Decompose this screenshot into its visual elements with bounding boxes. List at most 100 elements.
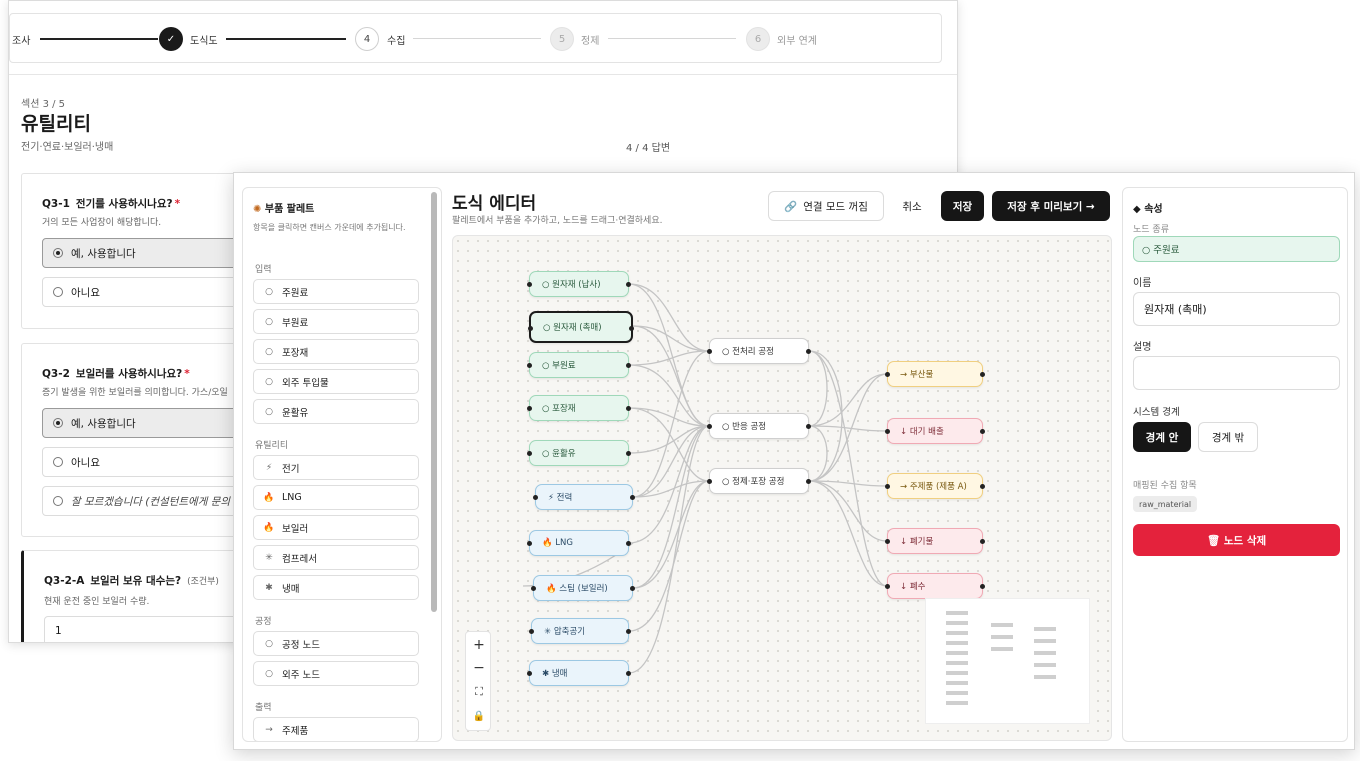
- node-port[interactable]: [626, 541, 631, 546]
- node-port[interactable]: [527, 363, 532, 368]
- palette-item-packaging[interactable]: ○ 포장재: [253, 339, 419, 364]
- node-port[interactable]: [629, 326, 634, 331]
- node-wastewater[interactable]: ↓ 폐수: [885, 573, 985, 599]
- save-preview-button[interactable]: 저장 후 미리보기 →: [992, 191, 1110, 221]
- node-port[interactable]: [531, 586, 536, 591]
- save-button[interactable]: 저장: [941, 191, 984, 221]
- node-port[interactable]: [885, 429, 890, 434]
- minimap[interactable]: [925, 598, 1090, 724]
- zoom-in-button[interactable]: +: [466, 634, 492, 656]
- name-input[interactable]: 원자재 (촉매): [1133, 292, 1340, 326]
- palette-item-main-material[interactable]: ○ 주원료: [253, 279, 419, 304]
- node-port[interactable]: [626, 282, 631, 287]
- step-label-collect[interactable]: 수집: [387, 32, 405, 47]
- node-port[interactable]: [527, 406, 532, 411]
- description-input[interactable]: [1133, 356, 1340, 390]
- node-sub-material[interactable]: ○ 부원료: [527, 352, 631, 378]
- node-lubricant[interactable]: ○ 윤활유: [527, 440, 631, 466]
- palette-item-refrigerant[interactable]: ✱ 냉매: [253, 575, 419, 600]
- palette-scrollbar[interactable]: [431, 192, 437, 612]
- lock-button[interactable]: 🔒: [466, 705, 492, 727]
- node-port[interactable]: [527, 541, 532, 546]
- palette-item-sub-material[interactable]: ○ 부원료: [253, 309, 419, 334]
- step-5-dot[interactable]: 5: [550, 27, 574, 51]
- palette-item-lng[interactable]: 🔥 LNG: [253, 485, 419, 510]
- node-port[interactable]: [533, 495, 538, 500]
- node-port[interactable]: [980, 429, 985, 434]
- node-label: ↓ 폐수: [900, 582, 926, 592]
- node-air-emission[interactable]: ↓ 대기 배출: [885, 418, 985, 444]
- node-port[interactable]: [707, 349, 712, 354]
- node-port[interactable]: [707, 479, 712, 484]
- palette-item-outsourced-input[interactable]: ○ 외주 투입물: [253, 369, 419, 394]
- palette-item-electricity[interactable]: ⚡ 전기: [253, 455, 419, 480]
- node-packaging[interactable]: ○ 포장재: [527, 395, 631, 421]
- node-lng[interactable]: 🔥 LNG: [527, 530, 631, 556]
- node-steam-boiler[interactable]: 🔥 스팀 (보일러): [531, 575, 635, 601]
- node-label: → 주제품 (제품 A): [900, 482, 967, 492]
- zoom-out-button[interactable]: −: [466, 657, 492, 679]
- palette-item-outsourced-node[interactable]: ○ 외주 노드: [253, 661, 419, 686]
- palette-item-process-node[interactable]: ○ 공정 노드: [253, 631, 419, 656]
- node-port[interactable]: [527, 282, 532, 287]
- cancel-button[interactable]: 취소: [894, 191, 930, 221]
- node-port[interactable]: [626, 451, 631, 456]
- fit-view-button[interactable]: ⛶: [466, 681, 492, 703]
- radio-icon[interactable]: [53, 248, 63, 258]
- node-port[interactable]: [626, 671, 631, 676]
- node-port[interactable]: [528, 326, 533, 331]
- node-port[interactable]: [626, 629, 631, 634]
- node-port[interactable]: [980, 539, 985, 544]
- node-electric-power[interactable]: ⚡ 전력: [533, 484, 635, 510]
- node-raw-naphtha[interactable]: ○ 원자재 (납사): [527, 271, 631, 297]
- node-byproduct[interactable]: → 부산물: [885, 361, 985, 387]
- node-port[interactable]: [529, 629, 534, 634]
- palette-item-boiler[interactable]: 🔥 보일러: [253, 515, 419, 540]
- node-port[interactable]: [885, 584, 890, 589]
- step-4-dot[interactable]: 4: [355, 27, 379, 51]
- node-port[interactable]: [626, 363, 631, 368]
- node-refine-pack[interactable]: ○ 정제·포장 공정: [707, 468, 811, 494]
- step-connector: [40, 38, 158, 40]
- node-port[interactable]: [806, 479, 811, 484]
- node-waste[interactable]: ↓ 폐기물: [885, 528, 985, 554]
- node-port[interactable]: [806, 424, 811, 429]
- node-port[interactable]: [626, 406, 631, 411]
- node-port[interactable]: [980, 584, 985, 589]
- node-port[interactable]: [980, 484, 985, 489]
- node-port[interactable]: [630, 586, 635, 591]
- diagram-canvas[interactable]: ○ 원자재 (납사) ○ 원자재 (촉매) ○ 부원료 ○ 포장재 ○ 윤활유 …: [452, 235, 1112, 741]
- node-port[interactable]: [885, 484, 890, 489]
- step-done-dot[interactable]: ✓: [159, 27, 183, 51]
- palette-item-main-product[interactable]: → 주제품: [253, 717, 419, 741]
- radio-icon[interactable]: [53, 496, 63, 506]
- node-main-product[interactable]: → 주제품 (제품 A): [885, 473, 985, 499]
- node-port[interactable]: [707, 424, 712, 429]
- node-refrigerant[interactable]: ✱ 냉매: [527, 660, 631, 686]
- node-port[interactable]: [980, 372, 985, 377]
- node-compressed-air[interactable]: ✳ 압축공기: [529, 618, 631, 644]
- node-raw-catalyst[interactable]: ○ 원자재 (촉매): [528, 311, 634, 343]
- node-port[interactable]: [527, 451, 532, 456]
- node-port[interactable]: [806, 349, 811, 354]
- radio-icon[interactable]: [53, 457, 63, 467]
- node-port[interactable]: [885, 539, 890, 544]
- step-6-dot[interactable]: 6: [746, 27, 770, 51]
- node-port[interactable]: [527, 671, 532, 676]
- step-label-external[interactable]: 외부 연계: [777, 32, 817, 47]
- delete-node-button[interactable]: 🗑 노드 삭제: [1133, 524, 1340, 556]
- node-port[interactable]: [885, 372, 890, 377]
- boundary-out-button[interactable]: 경계 밖: [1198, 422, 1258, 452]
- radio-icon[interactable]: [53, 418, 63, 428]
- palette-item-lubricant[interactable]: ○ 윤활유: [253, 399, 419, 424]
- node-reaction[interactable]: ○ 반응 공정: [707, 413, 811, 439]
- step-label-clean[interactable]: 정제: [581, 32, 599, 47]
- node-label: ○ 부원료: [542, 361, 576, 371]
- connect-mode-button[interactable]: 🔗 연결 모드 꺼짐: [768, 191, 884, 221]
- radio-icon[interactable]: [53, 287, 63, 297]
- node-port[interactable]: [630, 495, 635, 500]
- step-label-diagram[interactable]: 도식도: [190, 32, 218, 47]
- node-pretreatment[interactable]: ○ 전처리 공정: [707, 338, 811, 364]
- palette-item-compressor[interactable]: ✳ 컴프레서: [253, 545, 419, 570]
- boundary-in-button[interactable]: 경계 안: [1133, 422, 1191, 452]
